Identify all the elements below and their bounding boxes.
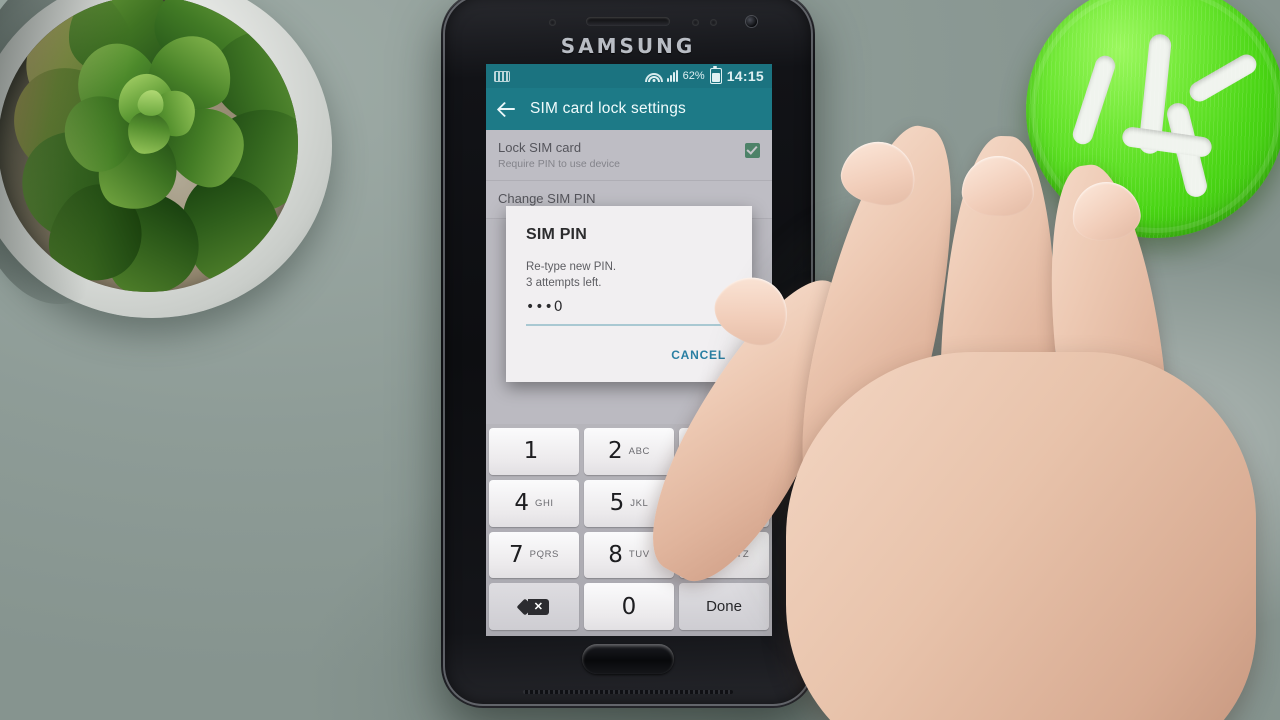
earpiece-speaker <box>586 17 670 26</box>
key-digit: 5 <box>609 490 625 517</box>
key-digit: 2 <box>608 438 623 465</box>
key-letters: JKL <box>630 497 649 509</box>
succulent-plant <box>0 0 344 326</box>
key-digit: 3 <box>703 438 718 465</box>
pin-input-value[interactable]: •••0 <box>526 299 732 318</box>
dialog-title: SIM PIN <box>526 226 587 243</box>
proximity-sensor-icon <box>549 19 556 26</box>
key-8[interactable]: 8 TUV <box>584 531 674 579</box>
home-button[interactable] <box>582 644 674 674</box>
key-4[interactable]: 4 GHI <box>489 479 579 527</box>
key-digit: 6 <box>701 490 717 517</box>
sim-pin-dialog: SIM PIN Re-type new PIN. 3 attempts left… <box>506 206 752 383</box>
key-6[interactable]: 6 MNO <box>679 479 769 527</box>
status-bar-clock: 14:15 <box>726 68 764 84</box>
phone-screen: 62% 14:15 SIM card lock settings Lock SI… <box>486 64 772 636</box>
key-digit: 1 <box>523 438 539 465</box>
key-digit: 9 <box>698 541 714 568</box>
pin-input-field[interactable]: •••0 <box>526 299 732 327</box>
light-sensor-icon <box>692 19 699 26</box>
dialog-message-line1: Re-type new PIN. <box>526 261 617 273</box>
backspace-icon: ✕ <box>516 598 549 616</box>
numeric-keypad: 1 2 ABC 3 DEF 4 GHI 5 JKL 6 MNO 7 PQRS 8… <box>486 424 772 636</box>
key-0[interactable]: 0 <box>584 583 674 630</box>
key-done[interactable]: Done <box>679 583 769 630</box>
key-1[interactable]: 1 <box>489 428 579 475</box>
wifi-icon <box>645 70 664 82</box>
settings-list: Lock SIM card Require PIN to use device … <box>486 130 772 636</box>
key-7[interactable]: 7 PQRS <box>489 531 579 579</box>
front-camera-icon <box>746 16 757 27</box>
key-3[interactable]: 3 DEF <box>679 428 769 475</box>
key-digit: 8 <box>608 541 623 568</box>
key-letters: ABC <box>628 445 650 457</box>
key-letters: PQRS <box>529 549 559 561</box>
signal-icon <box>666 70 678 82</box>
dialog-message-line2: 3 attempts left. <box>526 276 602 289</box>
cancel-button[interactable]: CANCEL <box>663 344 734 366</box>
key-letters: WXYZ <box>719 549 750 561</box>
status-bar: 62% 14:15 <box>486 64 772 88</box>
key-letters: DEF <box>723 445 745 457</box>
battery-percent-label: 62% <box>682 70 705 82</box>
key-9[interactable]: 9 WXYZ <box>679 531 769 579</box>
key-letters: TUV <box>628 549 650 561</box>
key-letters: MNO <box>722 497 747 509</box>
key-5[interactable]: 5 JKL <box>584 479 674 527</box>
key-digit: 7 <box>509 541 524 568</box>
key-backspace[interactable]: ✕ <box>489 583 579 630</box>
samsung-phone: SAMSUNG 62% 14:15 SIM card lock settings… <box>441 0 815 708</box>
battery-icon <box>709 66 722 84</box>
key-digit: 0 <box>621 593 637 620</box>
phone-brand-logo: SAMSUNG <box>560 34 696 58</box>
page-title: SIM card lock settings <box>530 100 687 117</box>
bottom-speaker-grill <box>523 690 733 694</box>
key-digit: 4 <box>514 490 529 517</box>
photo-scene: SAMSUNG 62% 14:15 SIM card lock settings… <box>0 0 1280 720</box>
key-letters: GHI <box>534 497 554 509</box>
action-bar: SIM card lock settings <box>486 88 772 130</box>
keyboard-icon <box>494 70 510 82</box>
key-2[interactable]: 2 ABC <box>584 428 674 475</box>
ir-sensor-icon <box>710 19 717 26</box>
back-arrow-icon[interactable] <box>496 98 518 120</box>
